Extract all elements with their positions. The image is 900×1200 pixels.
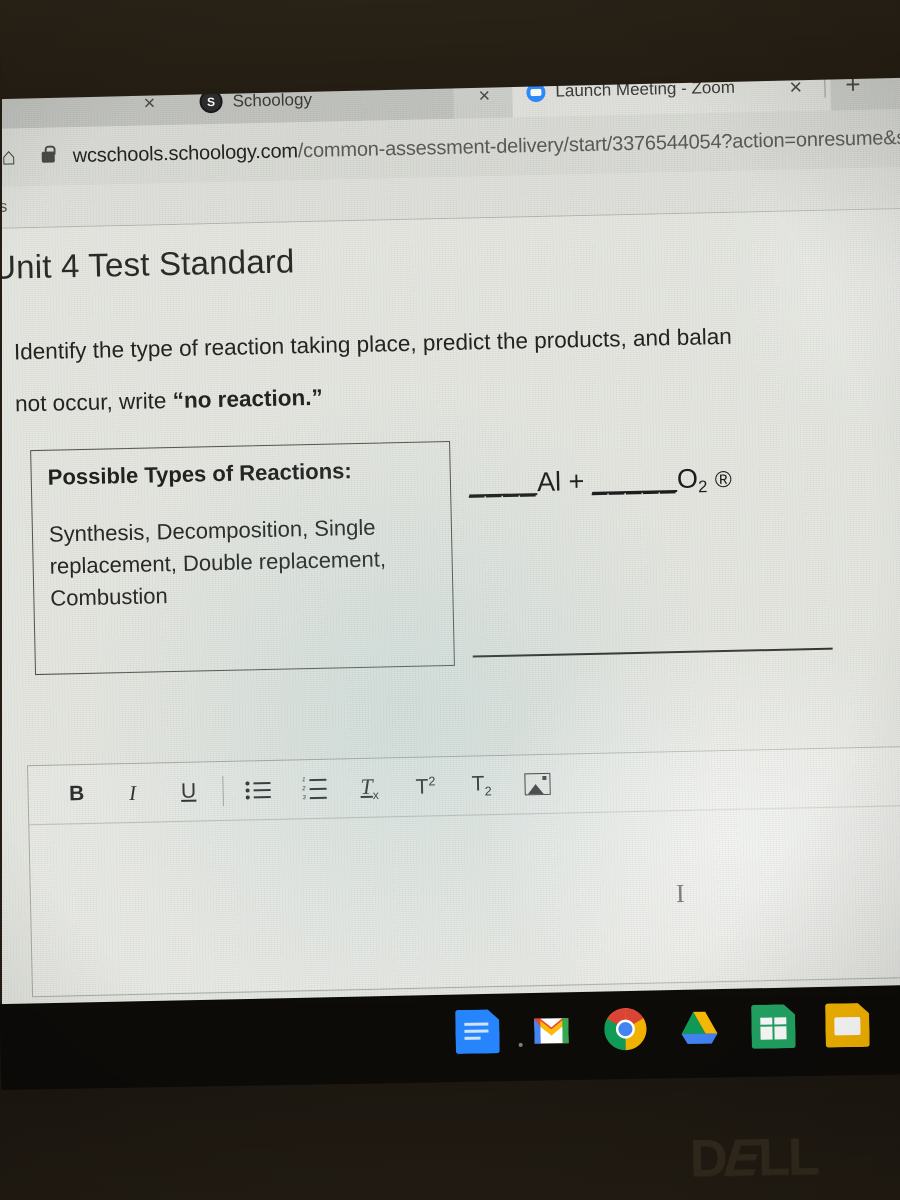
sub-2: 2: [484, 784, 492, 799]
slides-screen-glyph: [834, 1017, 860, 1035]
gmail-icon[interactable]: [529, 1008, 574, 1053]
clear-formatting-button[interactable]: Tx: [341, 767, 398, 808]
address-bar[interactable]: wcschools.schoology.com/common-assessmen…: [72, 126, 900, 167]
shelf-app-list: [455, 1003, 870, 1054]
google-slides-icon[interactable]: [825, 1003, 870, 1048]
reactant-2: O: [676, 463, 699, 495]
tab-close-icon-0[interactable]: ×: [143, 92, 155, 114]
plus-sign: +: [568, 466, 585, 497]
chromeos-shelf: [0, 994, 900, 1090]
laptop-bezel-left: [0, 60, 2, 1060]
insert-image-button[interactable]: [509, 764, 566, 805]
question-text-line-1: Identify the type of reaction taking pla…: [13, 323, 733, 365]
possible-types-box: Possible Types of Reactions: Synthesis, …: [30, 440, 455, 676]
google-chrome-icon[interactable]: [603, 1007, 648, 1052]
sub-t: T: [471, 772, 485, 796]
bullet-list-button[interactable]: [229, 770, 286, 811]
gmail-glyph: [534, 1018, 569, 1044]
response-editor[interactable]: B I U 1 2 3 Tx T2 T2 I: [27, 744, 900, 998]
clear-formatting-icon: Tx: [360, 773, 379, 802]
italic-label: I: [128, 780, 137, 805]
bold-button[interactable]: B: [48, 774, 105, 815]
lock-icon: [41, 151, 55, 163]
sup-2: 2: [428, 773, 436, 789]
text-cursor-icon: I: [675, 878, 685, 909]
question-line2-prefix: not occur, write: [14, 388, 173, 417]
reactant-2-subscript: 2: [697, 477, 708, 497]
bullet-list-icon: [244, 781, 271, 800]
possible-types-heading: Possible Types of Reactions:: [47, 458, 352, 490]
possible-types-body: Synthesis, Decomposition, Single replace…: [48, 514, 387, 611]
subscript-icon: T2: [471, 772, 491, 799]
subscript-button[interactable]: T2: [453, 765, 510, 806]
numbered-list-icon: 1 2 3: [300, 777, 327, 802]
url-host: wcschools.schoology.com: [72, 139, 299, 167]
page-title: Unit 4 Test Standard: [0, 242, 295, 286]
toolbar-divider: [222, 775, 224, 807]
clear-t: T: [360, 773, 373, 799]
tab-close-icon-1[interactable]: ×: [478, 85, 490, 107]
home-icon[interactable]: ⌂: [0, 143, 24, 172]
underline-button[interactable]: U: [160, 771, 217, 812]
sheets-grid-glyph: [760, 1017, 786, 1039]
dell-ll: LL: [757, 1127, 819, 1187]
underline-label: U: [180, 779, 197, 803]
italic-button[interactable]: I: [104, 772, 161, 813]
chemical-equation: ____Al + _____O2 ®: [469, 463, 732, 502]
url-path: /common-assessment-delivery/start/337654…: [297, 126, 900, 162]
sup-t: T: [415, 775, 429, 799]
superscript-button[interactable]: T2: [397, 766, 454, 807]
dell-logo: DELL: [689, 1127, 819, 1189]
laptop-photo: son Schools × S Schoology × Launch Meeti…: [0, 0, 900, 1200]
drive-glyph: [681, 1011, 718, 1045]
numbered-list-button[interactable]: 1 2 3: [285, 768, 342, 809]
laptop-screen: son Schools × S Schoology × Launch Meeti…: [0, 55, 900, 1023]
question-text-line-2: not occur, write “no reaction.”: [15, 385, 323, 418]
superscript-icon: T2: [415, 774, 435, 799]
chrome-glyph: [604, 1008, 647, 1051]
coefficient-blank-2: _____: [591, 464, 678, 496]
reaction-arrow-icon: ®: [714, 465, 732, 493]
editor-text-area[interactable]: I: [29, 805, 900, 994]
question-line2-emphasis: “no reaction.”: [172, 384, 323, 413]
answer-write-line: [472, 647, 833, 658]
google-drive-icon[interactable]: [677, 1005, 722, 1050]
google-docs-icon[interactable]: [455, 1009, 500, 1054]
reactant-1: Al: [536, 466, 562, 498]
clear-x: x: [372, 787, 380, 802]
bold-label: B: [68, 782, 85, 806]
google-sheets-icon[interactable]: [751, 1004, 796, 1049]
image-icon: [524, 772, 551, 796]
coefficient-blank-1: ____: [468, 467, 538, 499]
assessment-page: Unit 4 Test Standard Identify the type o…: [0, 207, 900, 1023]
